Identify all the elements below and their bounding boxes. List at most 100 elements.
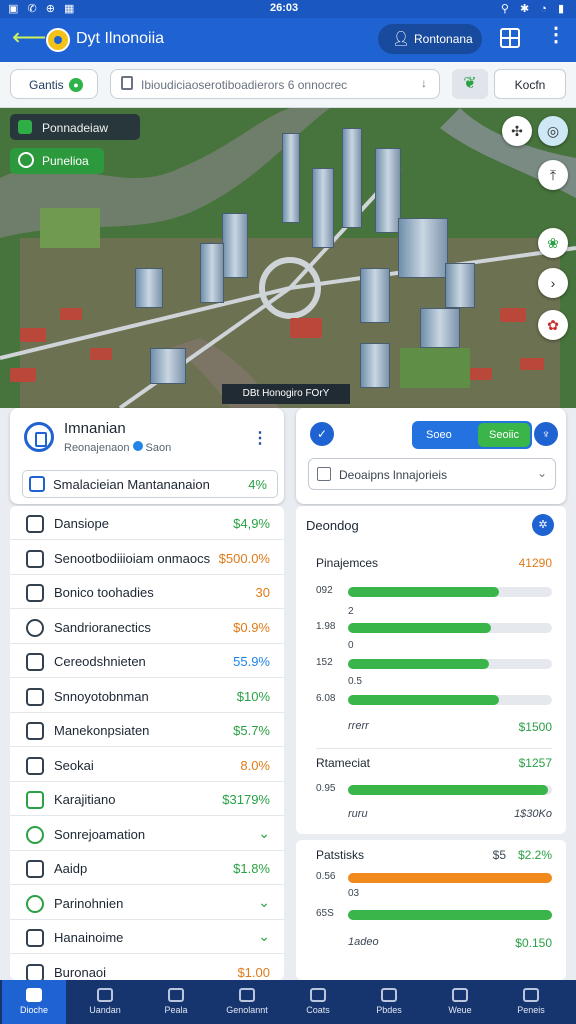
back-arrow-icon[interactable]: ⟵ [12,26,46,52]
nav-item[interactable]: Coats [286,980,350,1024]
rotate-icon[interactable]: ⤒ [538,160,568,190]
roof [290,318,322,338]
segment-left[interactable]: Soeo [426,429,452,441]
roof [20,328,46,342]
list-item[interactable]: Buronaoi $1.00 [10,955,284,980]
bar-row: 1.98 [316,620,552,634]
profile-card: Imnanian Reonajenaon Saon ⋮ Smalacieian … [10,408,284,504]
item-label: Snnoyotobnman [54,688,149,704]
nav-icon [239,988,255,1002]
list-item[interactable]: Hanainoime ⌄ [10,920,284,954]
section-total: $0.150 [515,936,552,950]
bar-track [348,910,552,920]
nav-icon [452,988,468,1002]
more-vertical-icon[interactable]: ⋮ [252,428,268,448]
nav-label: Peneis [517,1005,545,1015]
bottom-navigation: Dioche Uandan Peala Genolannt Coats Pbdes Weue… [0,980,576,1024]
section-value: $2.2% [517,848,552,862]
map-filter-button[interactable]: Punelioa [10,148,104,174]
roof [60,308,82,320]
nav-item[interactable]: Pbdes [357,980,421,1024]
item-label: Sonrejoamation [54,826,146,842]
tower [135,268,163,308]
list-item[interactable]: Bonico toohadies 30 [10,575,284,609]
list-item[interactable]: Manekonpsiaten $5.7% [10,713,284,747]
app-title: Dyt Ilnonoiia [76,30,165,47]
segment-right[interactable]: Seoiic [478,423,530,447]
check-circle-icon[interactable]: ✓ [310,422,334,446]
chevron-down-icon[interactable]: ⌄ [258,894,270,911]
list-item[interactable]: Snnoyotobnman $10% [10,679,284,713]
roof [10,368,36,382]
chevron-right-icon[interactable]: › [538,268,568,298]
item-label: Seokai [54,757,94,773]
section-total: $1500 [518,720,552,734]
square-icon [29,476,45,492]
profile-summary-row[interactable]: Smalacieian Mantananaion 4% [22,470,278,498]
grid-icon[interactable] [500,28,520,48]
bar-track [348,695,552,705]
map-layer-text: Ponnadeiaw [42,121,109,135]
bar-fill [348,587,499,597]
settings-icon[interactable]: ✲ [532,514,554,536]
mic-icon[interactable]: ♆ [534,422,558,446]
toolbar-right-button[interactable]: Kocfn [494,69,566,99]
map-layer-label[interactable]: Ponnadeiaw [10,114,140,140]
account-button[interactable]: 👤︎ Rontonana [378,24,482,54]
tick-label: 0.5 [348,676,362,687]
profile-badge-text: Saon [145,442,172,454]
item-label: Cereodshnieten [54,654,146,669]
section-title: Rtameciat [316,756,371,770]
list-item[interactable]: Senootbodiiioiam onmaocs $500.0% [10,541,284,575]
tick-label: 0 [348,640,354,651]
roof [470,368,492,380]
map-filter-text: Punelioa [42,154,89,168]
list-item[interactable]: Parinohnien ⌄ [10,886,284,920]
flower-icon[interactable]: ✿ [538,310,568,340]
compass-icon[interactable]: ✣ [502,116,532,146]
more-vertical-icon[interactable]: ⋮ [546,25,566,45]
chevron-down-icon[interactable]: ⌄ [258,928,270,945]
item-value: $500.0% [218,550,270,566]
list-item[interactable]: Seokai 8.0% [10,748,284,782]
bar-label: 6.08 [316,693,336,704]
item-value: 55.9% [233,654,270,669]
nav-item[interactable]: Peneis [499,980,563,1024]
item-label: Sandrioranectics [54,619,151,635]
list-item[interactable]: Sonrejoamation ⌄ [10,817,284,851]
nav-item[interactable]: Peala [144,980,208,1024]
nav-label: Uandan [89,1005,121,1015]
item-value: $1.00 [237,964,270,980]
bar-label: 0.56 [316,871,336,882]
nav-item[interactable]: Weue [428,980,492,1024]
list-item[interactable]: Aaidp $1.8% [10,851,284,885]
item-label: Parinohnien [54,895,124,911]
bar-track [348,623,552,633]
plant-icon[interactable]: ❦ [452,69,488,99]
nav-item[interactable]: Dioche [2,980,66,1024]
bar-row: 0.95 [316,782,552,796]
nav-item[interactable]: Uandan [73,980,137,1024]
bar-row: 0.56 [316,870,552,884]
item-value: $0.9% [233,619,270,635]
nav-label: Peala [164,1005,188,1015]
bar-fill [348,659,489,669]
tower [342,128,362,228]
item-icon [26,929,44,947]
list-item[interactable]: Cereodshnieten 55.9% [10,644,284,678]
description-select[interactable]: Deoaipns lnnajorieis ⌄ [308,458,556,490]
search-input[interactable]: Ibioudiciaoserotiboadierors 6 onnocrec ↓ [110,69,440,99]
nav-item[interactable]: Genolannt [215,980,279,1024]
app-bar: ⟵ Dyt Ilnonoiia 👤︎ Rontonana ⋮ [0,18,576,62]
list-item[interactable]: Karajitiano $3179% [10,782,284,816]
nav-label: Genolannt [226,1005,268,1015]
list-item[interactable]: Sandrioranectics $0.9% [10,610,284,644]
chevron-down-icon[interactable]: ⌄ [258,825,270,842]
segmented-toggle[interactable]: Soeo Seoiic [412,421,532,449]
city-map[interactable]: Ponnadeiaw Punelioa ✣ ◎ ⤒ ❀ › ✿ DBt Hono… [0,108,576,408]
location-icon[interactable]: ◎ [538,116,568,146]
item-value: 30 [255,585,270,600]
leaf-icon[interactable]: ❀ [538,228,568,258]
filter-chip[interactable]: Gantis ● [10,69,98,99]
list-item[interactable]: Dansiope $4,9% [10,506,284,540]
